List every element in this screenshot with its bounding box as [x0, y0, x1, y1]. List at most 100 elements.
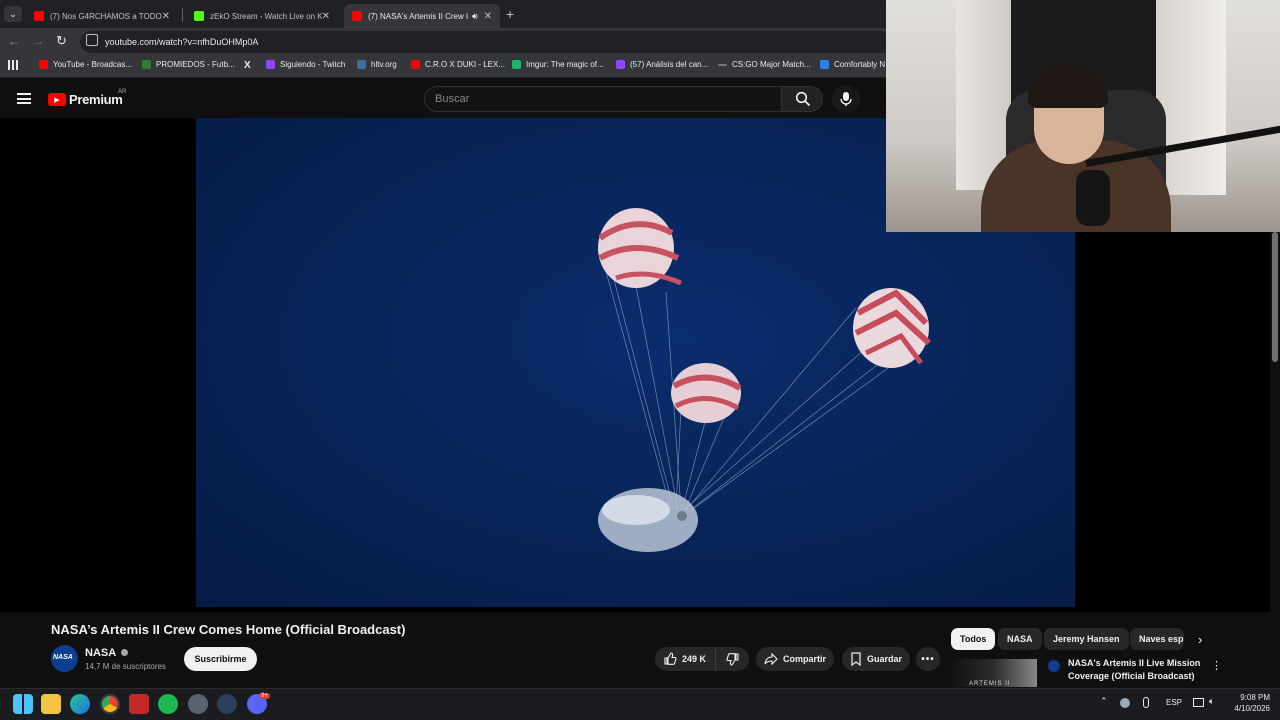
promiedos-icon: [142, 60, 151, 69]
tray-chevron-icon[interactable]: ⌃: [1100, 696, 1108, 707]
channel-avatar-small: [1048, 660, 1060, 672]
microphone-icon: [840, 92, 852, 106]
dislike-button[interactable]: [715, 647, 749, 671]
share-label: Compartir: [783, 654, 827, 664]
windows-start-icon[interactable]: [13, 694, 33, 714]
chip-all[interactable]: Todos: [951, 628, 996, 650]
youtube-favicon-icon: [352, 11, 362, 21]
more-actions-button[interactable]: •••: [916, 647, 940, 671]
news-app-icon[interactable]: [129, 694, 149, 714]
clock-date: 4/10/2026: [1234, 704, 1270, 713]
splash-foam: [598, 488, 698, 552]
bookmark-item[interactable]: Siguiendo - Twitch: [266, 60, 345, 69]
back-icon[interactable]: ←: [8, 34, 20, 48]
thumbs-up-icon: [664, 652, 677, 665]
forward-icon[interactable]: →: [32, 34, 44, 48]
webcam-overlay: [886, 0, 1280, 232]
edge-icon[interactable]: [70, 694, 90, 714]
video-title: NASA’s Artemis II Crew Comes Home (Offic…: [51, 622, 406, 637]
bookmark-item[interactable]: PROMIEDOS - Futb...: [142, 60, 235, 69]
kick-favicon-icon: [194, 11, 204, 21]
channel-avatar[interactable]: NASA: [51, 645, 78, 672]
bookmark-item[interactable]: X: [244, 60, 251, 71]
browser-tab-active[interactable]: (7) NASA's Artemis II Crew Co 🔊︎ ✕: [344, 4, 500, 28]
bookmark-item[interactable]: YouTube - Broadcas...: [39, 60, 132, 69]
bookmark-item[interactable]: C.R.O X DUKI - LEX...: [411, 60, 505, 69]
apps-grid-icon[interactable]: [8, 60, 18, 70]
main-parachute: [598, 208, 682, 288]
subscribe-button[interactable]: Suscribirme: [184, 647, 257, 671]
main-parachute: [671, 363, 742, 423]
browser-tab-1[interactable]: (7) Nos G4RCHAMOS a TODOS ✕: [26, 4, 178, 28]
region-code: AR: [118, 89, 127, 95]
like-count: 249 K: [682, 654, 707, 664]
steam-icon[interactable]: [217, 694, 237, 714]
search-button[interactable]: [781, 86, 823, 112]
search-input[interactable]: Buscar: [424, 86, 782, 112]
channel-name[interactable]: NASA: [85, 647, 128, 659]
clock-time: 9:08 PM: [1240, 693, 1270, 702]
twitch-icon: [266, 60, 275, 69]
save-button[interactable]: Guardar: [842, 647, 910, 671]
voice-search-button[interactable]: [832, 85, 860, 113]
audio-playing-icon[interactable]: 🔊︎: [472, 11, 478, 22]
clock[interactable]: 9:08 PM 4/10/2026: [1228, 693, 1270, 713]
recommendation-thumbnail[interactable]: ARTEMIS II: [951, 659, 1037, 687]
steam-tray-icon[interactable]: [1120, 698, 1130, 708]
display-tray-icon[interactable]: [1193, 698, 1204, 707]
bookmark-item[interactable]: CS:GO Major Match...: [718, 60, 811, 69]
chip-jeremy-hansen[interactable]: Jeremy Hansen: [1044, 628, 1129, 650]
thumbnail-text: ARTEMIS II: [969, 681, 1011, 687]
chip-naves-espaciales[interactable]: Naves esp: [1130, 628, 1184, 650]
thumbs-down-icon: [725, 653, 739, 666]
url-text[interactable]: youtube.com/watch?v=nfhDuOHMp0A: [105, 37, 258, 47]
youtube-icon: [39, 60, 48, 69]
share-button[interactable]: Compartir: [756, 647, 834, 671]
bookmark-item[interactable]: (57) Análisis del can...: [616, 60, 708, 69]
recommendation-menu-icon[interactable]: ⋮: [1211, 659, 1222, 672]
bookmark-item[interactable]: Imgur: The magic of...: [512, 60, 604, 69]
hltv-icon: [718, 63, 727, 66]
tab-search-button[interactable]: ⌄: [4, 6, 22, 22]
twitch-icon: [616, 60, 625, 69]
mic-tray-icon[interactable]: [1143, 697, 1149, 708]
app-icon[interactable]: [188, 694, 208, 714]
spotify-icon[interactable]: [158, 694, 178, 714]
url-value: youtube.com/watch?v=nfhDuOHMp0A: [105, 37, 259, 47]
youtube-favicon-icon: [34, 11, 44, 21]
bookmark-item[interactable]: hltv.org: [357, 60, 397, 69]
save-label: Guardar: [867, 654, 903, 664]
bookmark-item[interactable]: Comfortably N: [820, 60, 885, 69]
youtube-play-icon: ▶: [48, 93, 66, 106]
share-icon: [764, 652, 778, 666]
menu-icon[interactable]: [17, 93, 31, 104]
volume-tray-icon[interactable]: 🔈︎: [1209, 696, 1214, 707]
logo-text: Premium: [69, 92, 123, 107]
like-button[interactable]: 249 K: [655, 647, 715, 671]
bookmark-favicon-icon: [820, 60, 829, 69]
chip-nasa[interactable]: NASA: [998, 628, 1042, 650]
bookmark-icon: [851, 652, 861, 666]
youtube-icon: [411, 60, 420, 69]
microphone: [1076, 170, 1110, 226]
new-tab-button[interactable]: +: [506, 6, 514, 22]
search-icon: [795, 91, 811, 107]
hltv-icon: [357, 60, 366, 69]
file-explorer-icon[interactable]: [41, 694, 61, 714]
youtube-logo[interactable]: ▶ Premium: [48, 92, 123, 107]
nasa-logo-text: NASA: [53, 654, 73, 661]
close-tab-icon[interactable]: ✕: [484, 11, 492, 22]
browser-tab-2[interactable]: zEkO Stream - Watch Live on K ✕: [186, 4, 338, 28]
chrome-icon[interactable]: [100, 694, 120, 714]
x-logo-icon: X: [244, 60, 251, 71]
scrollbar-thumb[interactable]: [1272, 232, 1278, 362]
recommendation-title[interactable]: NASA's Artemis II Live Mission Coverage …: [1068, 657, 1206, 683]
chevron-right-icon[interactable]: ›: [1198, 632, 1202, 647]
site-info-icon[interactable]: [86, 34, 98, 46]
language-indicator[interactable]: ESP: [1166, 698, 1182, 707]
close-tab-icon[interactable]: ✕: [162, 11, 170, 22]
close-tab-icon[interactable]: ✕: [322, 11, 330, 22]
notification-badge: 9+: [259, 693, 270, 699]
reload-icon[interactable]: ↻: [56, 33, 67, 49]
tab-divider: [182, 8, 183, 22]
